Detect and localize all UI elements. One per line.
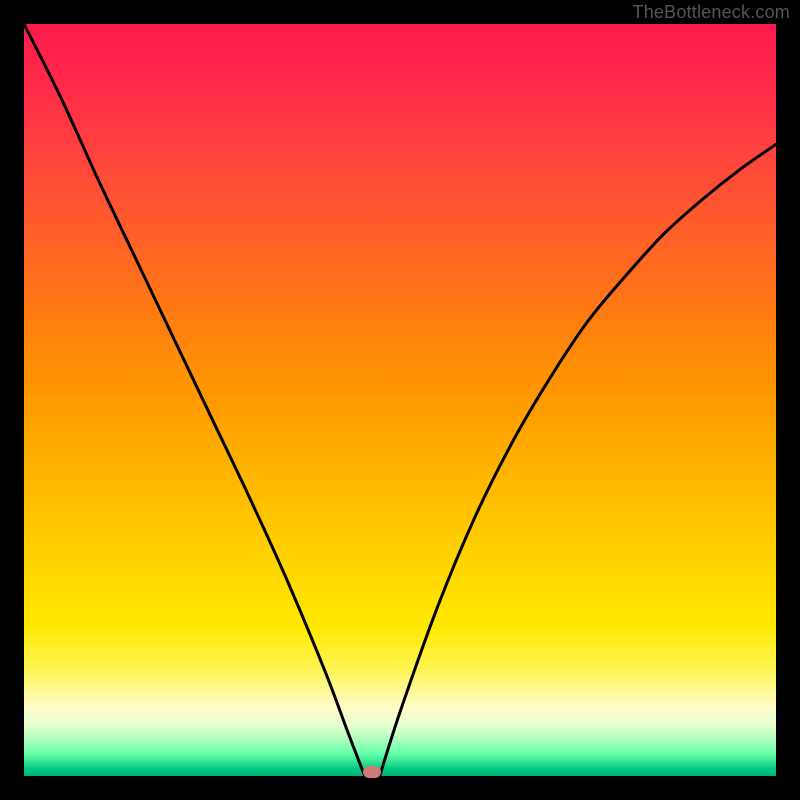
chart-container: TheBottleneck.com [0, 0, 800, 800]
minimum-marker [363, 766, 381, 778]
curve-right-branch [380, 144, 776, 776]
curve-svg [24, 24, 776, 776]
curve-left-branch [24, 24, 365, 776]
watermark-text: TheBottleneck.com [633, 2, 790, 23]
plot-area [24, 24, 776, 776]
